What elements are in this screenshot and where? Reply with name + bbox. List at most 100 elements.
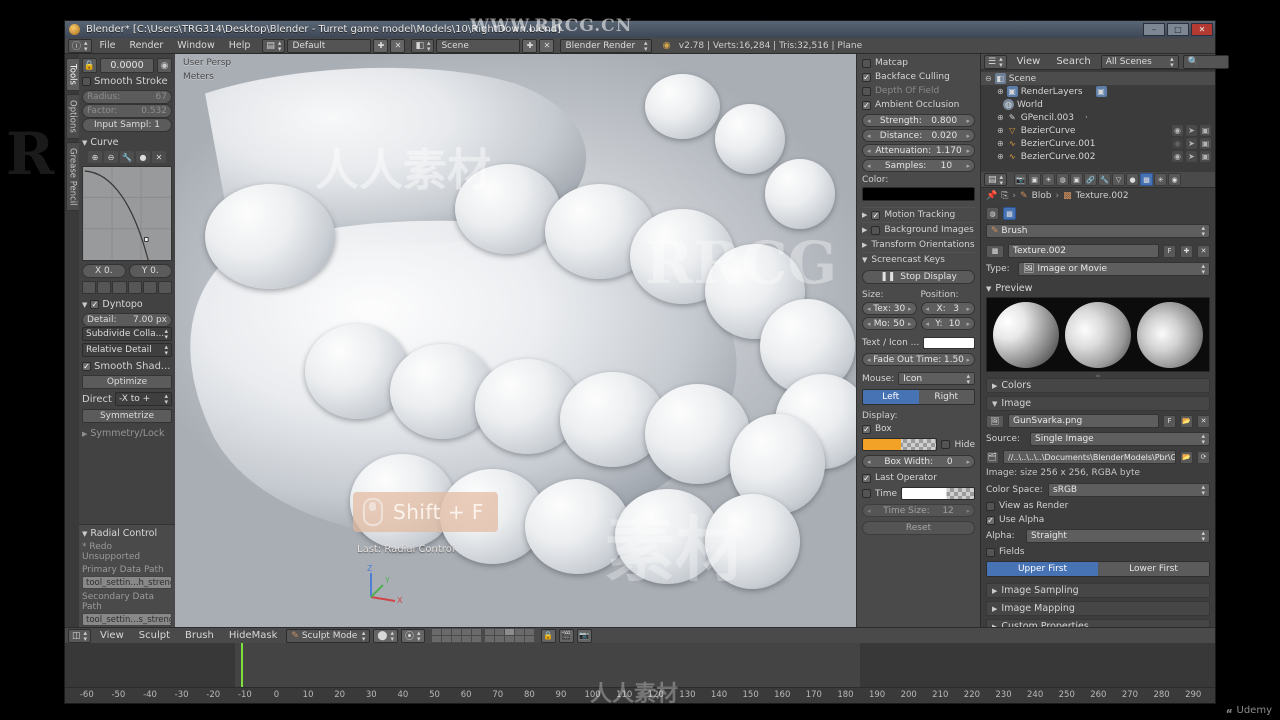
timeline-playhead[interactable] <box>241 643 243 687</box>
symmetrize-button[interactable]: Symmetrize <box>82 409 172 423</box>
view-as-render-checkbox[interactable] <box>986 501 995 511</box>
render-opengl-icon[interactable]: 📷 <box>576 628 592 643</box>
maximize-button[interactable]: □ <box>1167 23 1189 36</box>
browse-icon[interactable]: ⎘ <box>1001 191 1008 201</box>
animate-property-icon[interactable]: ◉ <box>157 58 172 73</box>
curve-section-header[interactable]: ▼ Curve <box>82 137 172 148</box>
outliner-row-toggles[interactable]: ◉ ➤ ▣ <box>1172 151 1215 162</box>
screencast-keys-section[interactable]: ▼ Screencast Keys <box>862 252 975 267</box>
hide-checkbox[interactable] <box>941 440 951 449</box>
tab-world[interactable]: ◍ <box>1056 173 1070 186</box>
dyntopo-section-header[interactable]: ▼ ✓ Dyntopo <box>82 299 172 310</box>
render-view-icon[interactable]: 🎬 <box>558 628 574 643</box>
texture-context-world-icon[interactable]: ◍ <box>986 207 999 220</box>
box-row[interactable]: ✓ Box <box>862 424 975 434</box>
color-space-row[interactable]: Color Space: sRGB ▴ ▾ <box>986 483 1210 497</box>
preset-constant-icon[interactable] <box>157 281 173 294</box>
mouse-display-dropdown[interactable]: Icon ▴ ▾ <box>898 372 975 385</box>
zoom-out-icon[interactable]: ⊖ <box>104 151 118 163</box>
time-row[interactable]: Time <box>862 487 975 500</box>
time-size-field[interactable]: ◂ Time Size: 12 ▸ <box>862 504 975 517</box>
texture-name-field[interactable]: Texture.002 <box>1008 244 1159 258</box>
box-checkbox[interactable]: ✓ <box>862 424 871 434</box>
menu-render[interactable]: Render <box>123 39 169 53</box>
open-image-button[interactable]: 📂 <box>1180 414 1193 428</box>
tab-render[interactable]: 📷 <box>1014 173 1028 186</box>
backface-culling-checkbox[interactable]: ✓ <box>862 72 871 82</box>
right-side-button[interactable]: Right <box>918 390 974 404</box>
image-section-header[interactable]: ▼ Image <box>986 396 1210 411</box>
image-source-dropdown[interactable]: Single Image ▴ ▾ <box>1030 432 1210 446</box>
menu-window[interactable]: Window <box>171 39 220 53</box>
add-screen-button[interactable]: ✚ <box>373 38 389 53</box>
menu-help[interactable]: Help <box>223 39 257 53</box>
footer-menu-view[interactable]: View <box>94 629 130 643</box>
reload-image-button[interactable]: ⟳ <box>1197 450 1210 464</box>
time-checkbox[interactable] <box>862 489 871 498</box>
lock-icon[interactable]: 🔒 <box>82 58 97 73</box>
editor-type-selector[interactable]: ⓘ ▴ ▾ <box>68 38 92 53</box>
cursor-icon[interactable]: ➤ <box>1186 138 1197 149</box>
viewport-3d[interactable]: User Persp Meters 人人素材 RRCG 素材 Shift + F… <box>175 54 856 627</box>
use-alpha-row[interactable]: ✓ Use Alpha <box>986 515 1210 525</box>
tab-modifiers[interactable]: 🔧 <box>1098 173 1112 186</box>
backface-culling-row[interactable]: ✓ Backface Culling <box>862 72 975 82</box>
fade-out-time-field[interactable]: ◂ Fade Out Time: 1.50 ▸ <box>862 353 975 366</box>
brush-value-field[interactable]: 0.0000 <box>100 58 154 73</box>
smooth-stroke-checkbox[interactable] <box>82 77 91 86</box>
falloff-curve-widget[interactable] <box>82 166 172 261</box>
view-as-render-row[interactable]: View as Render <box>986 501 1210 511</box>
texture-type-row[interactable]: Type: 🖼 Image or Movie ▴ ▾ <box>986 262 1210 276</box>
text-icon-color-row[interactable]: Text / Icon ... <box>862 337 975 349</box>
eye-icon[interactable]: ◉ <box>1172 151 1183 162</box>
tab-render-layers[interactable]: ▣ <box>1028 173 1042 186</box>
scene-icon-button[interactable]: ◧ ▴ ▾ <box>411 38 435 53</box>
outliner-row-toggles[interactable]: ◉ ➤ ▣ <box>1172 125 1215 136</box>
upper-first-button[interactable]: Upper First <box>987 562 1098 576</box>
smooth-shading-row[interactable]: ✓ Smooth Shad... <box>82 361 172 372</box>
tab-tools[interactable]: Tools <box>65 58 79 91</box>
subdivide-mode-dropdown[interactable]: Subdivide Colla... ▴ ▾ <box>82 327 172 341</box>
properties-editor-type[interactable]: ▤ ▴ ▾ <box>984 173 1008 186</box>
render-icon[interactable]: ▣ <box>1200 138 1211 149</box>
preview-section-header[interactable]: ▼ Preview <box>986 280 1210 297</box>
depth-of-field-checkbox[interactable] <box>862 86 871 96</box>
curve-point-icon[interactable]: ● <box>136 151 150 163</box>
fake-user-button[interactable]: F <box>1163 244 1176 258</box>
delete-screen-button[interactable]: ✕ <box>390 38 406 53</box>
primary-data-path-field[interactable]: tool_settin...h_strength <box>82 576 172 589</box>
outliner-view-menu[interactable]: View <box>1011 55 1047 69</box>
secondary-data-path-field[interactable]: tool_settin...s_strength <box>82 613 172 626</box>
matcap-row[interactable]: Matcap <box>862 58 975 68</box>
delete-scene-button[interactable]: ✕ <box>539 38 555 53</box>
alpha-mode-row[interactable]: Alpha: Straight ▴ ▾ <box>986 529 1210 543</box>
ambient-occlusion-checkbox[interactable]: ✓ <box>862 100 871 110</box>
unlink-texture-button[interactable]: ✕ <box>1197 244 1210 258</box>
ao-color-swatch[interactable] <box>862 187 975 201</box>
pivot-point-select[interactable]: ⦿ ▴ ▾ <box>401 628 425 643</box>
minimize-button[interactable]: – <box>1143 23 1165 36</box>
transform-orientations-section[interactable]: ▶ Transform Orientations <box>862 237 975 252</box>
box-color-swatch[interactable] <box>862 438 938 451</box>
disclosure-icon[interactable]: ⊕ <box>997 152 1004 161</box>
factor-slider[interactable]: Factor: 0.532 <box>82 104 172 118</box>
footer-menu-sculpt[interactable]: Sculpt <box>133 629 176 643</box>
close-button[interactable]: ✕ <box>1191 23 1213 36</box>
outliner-search-input[interactable]: 🔍 <box>1182 54 1229 69</box>
background-images-checkbox[interactable] <box>871 225 881 235</box>
cursor-icon[interactable]: ➤ <box>1186 151 1197 162</box>
tab-material[interactable]: ● <box>1126 173 1140 186</box>
motion-tracking-section[interactable]: ▶ ✓ Motion Tracking <box>862 207 975 222</box>
tab-scene[interactable]: ☀ <box>1042 173 1056 186</box>
text-icon-color-swatch[interactable] <box>923 337 975 349</box>
scene-field[interactable]: Scene <box>436 38 521 53</box>
texture-browse-icon[interactable]: ▩ <box>986 244 1004 258</box>
preset-sharp-icon[interactable] <box>127 281 142 294</box>
depth-of-field-row[interactable]: Depth Of Field <box>862 86 975 96</box>
radial-control-header[interactable]: ▼ Radial Control <box>82 528 172 539</box>
add-scene-button[interactable]: ✚ <box>522 38 538 53</box>
footer-menu-brush[interactable]: Brush <box>179 629 220 643</box>
matcap-checkbox[interactable] <box>862 58 871 68</box>
outliner-row-beziercurve-001[interactable]: ⊕ ∿ BezierCurve.001 ◉ ➤ ▣ <box>981 137 1215 150</box>
texture-datablock-row[interactable]: ▩ Texture.002 F ✚ ✕ <box>986 244 1210 258</box>
